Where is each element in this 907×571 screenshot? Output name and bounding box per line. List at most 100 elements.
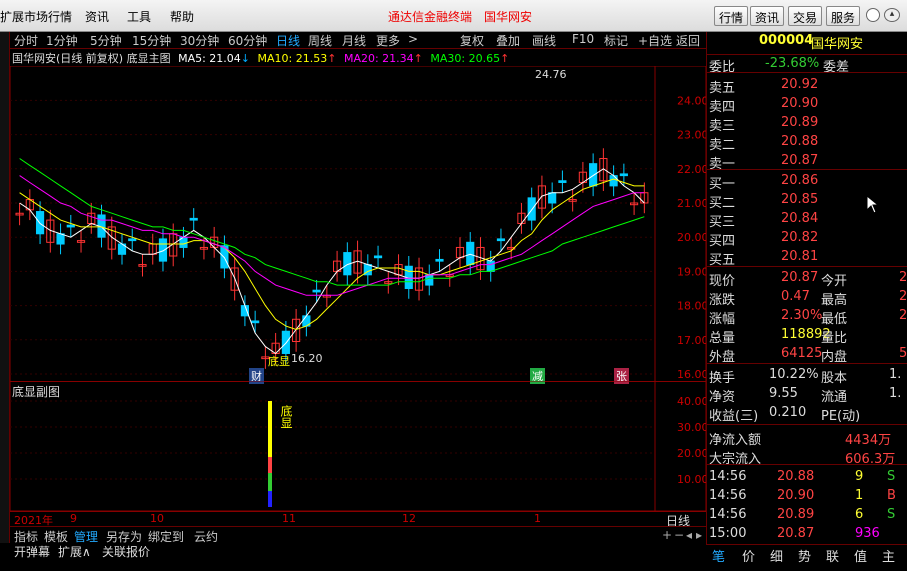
tick-row[interactable]: 14:56 20.88 9 S: [707, 468, 907, 487]
tab-main[interactable]: 主: [882, 546, 895, 565]
stat-row[interactable]: 净资 9.55 流通 1.: [707, 385, 907, 405]
tick-row[interactable]: 14:56 20.89 6 S: [707, 506, 907, 525]
stat-row[interactable]: 收益(三) 0.210 PE(动): [707, 404, 907, 424]
stat-label: 换手: [709, 371, 736, 386]
tab-related[interactable]: 联: [826, 546, 839, 565]
tab-period[interactable]: 月线: [342, 32, 366, 49]
menu-tools[interactable]: 工具: [127, 8, 151, 25]
candle-body: [158, 238, 168, 262]
tab-period[interactable]: 5分钟: [90, 32, 122, 49]
collapse-icon[interactable]: ▴: [884, 8, 900, 22]
y-tick-label: 24.00: [677, 94, 706, 107]
tab-period-active[interactable]: 日线: [276, 32, 300, 49]
ask-price: 20.87: [781, 153, 819, 168]
toggle-danmu[interactable]: 开弹幕: [14, 543, 50, 560]
chevron-right-icon[interactable]: >: [408, 32, 418, 46]
stat-label: PE(动): [821, 409, 861, 424]
tab-trades[interactable]: 笔: [712, 546, 725, 565]
candle-body: [251, 320, 260, 324]
stat-row[interactable]: 涨幅 2.30% 最低 2: [707, 307, 907, 327]
stat-value: 9.55: [769, 386, 798, 401]
stat-row[interactable]: 外盘 64125 内盘 5: [707, 345, 907, 365]
menu-extended-market[interactable]: 扩展市场行情: [0, 8, 72, 25]
menu-news[interactable]: 资讯: [85, 8, 109, 25]
stat-row[interactable]: 总量 118892 量比: [707, 326, 907, 346]
tab-period[interactable]: 更多: [376, 32, 400, 49]
tab-period[interactable]: 30分钟: [180, 32, 219, 49]
tab-value[interactable]: 值: [854, 546, 867, 565]
ask-row[interactable]: 卖四 20.90: [707, 95, 907, 115]
tick-row[interactable]: 15:00 20.87 936: [707, 525, 907, 544]
y-tick-label: 20.00: [677, 231, 706, 244]
bid-row[interactable]: 买一 20.86: [707, 172, 907, 192]
tool-button[interactable]: +自选: [638, 32, 672, 49]
right-icon[interactable]: ▸: [696, 528, 702, 542]
main-chart[interactable]: 24.00 23.00 22.00 21.00 20.00 19.00 18.00 17.00…: [10, 66, 706, 382]
tool-button[interactable]: 标记: [604, 32, 628, 49]
tool-button[interactable]: 画线: [532, 32, 556, 49]
tool-button[interactable]: 返回: [676, 32, 700, 49]
tab-period[interactable]: 60分钟: [228, 32, 267, 49]
tick-row[interactable]: 14:56 20.90 1 B: [707, 487, 907, 506]
tab-period[interactable]: 1分钟: [46, 32, 78, 49]
stat-value: 0.47: [781, 289, 810, 304]
ma30-label: MA30: 20.65: [430, 52, 501, 65]
main-chart-legend: 国华网安(日线 前复权) 底显主图 MA5: 21.04↓ MA10: 21.5…: [12, 52, 510, 65]
flow-row[interactable]: 净流入额 4434万: [707, 428, 907, 448]
tool-button[interactable]: 叠加: [496, 32, 520, 49]
ask-price: 20.88: [781, 134, 819, 149]
ask-price: 20.90: [781, 96, 819, 111]
bid-row[interactable]: 买四 20.82: [707, 229, 907, 249]
tab-period[interactable]: 周线: [308, 32, 332, 49]
candle-body: [558, 180, 567, 183]
tool-button[interactable]: F10: [572, 32, 594, 46]
ask-price: 20.92: [781, 77, 819, 92]
tab-trend[interactable]: 势: [798, 546, 811, 565]
flow-label: 净流入额: [709, 433, 762, 448]
btn-news[interactable]: 资讯: [750, 6, 785, 26]
stat-label: 涨跌: [709, 293, 736, 308]
btn-service[interactable]: 服务: [826, 6, 861, 26]
y-tick-label: 21.00: [677, 197, 706, 210]
minus-icon[interactable]: −: [674, 528, 684, 542]
tab-period[interactable]: 15分钟: [132, 32, 171, 49]
btn-trade[interactable]: 交易: [788, 6, 823, 26]
ask-row[interactable]: 卖三 20.89: [707, 114, 907, 134]
quote-tabs: 笔 价 细 势 联 值 主: [706, 544, 907, 571]
btn-quotes[interactable]: 行情: [714, 6, 749, 26]
mouse-cursor-icon: [866, 195, 880, 214]
tick-price: 20.87: [777, 526, 815, 541]
ask-level-label: 卖五: [709, 81, 736, 96]
plus-icon[interactable]: +: [662, 528, 672, 542]
tab-price[interactable]: 价: [742, 546, 755, 565]
toggle-linked-quotes[interactable]: 关联报价: [102, 543, 150, 560]
quote-panel: 000004 国华网安 委比 -23.68% 委差 卖五 20.92 卖四 20.90 卖三 2…: [706, 32, 907, 571]
tick-direction: S: [887, 507, 896, 522]
sub-chart[interactable]: 40.00 30.00 20.00 10.00: [10, 381, 706, 511]
ma10-label: MA10: 21.53: [257, 52, 328, 65]
tool-button[interactable]: 复权: [460, 32, 484, 49]
ask-row[interactable]: 卖五 20.92: [707, 76, 907, 96]
stock-title: 国华网安: [484, 10, 533, 24]
candle-body: [312, 289, 321, 293]
menu-help[interactable]: 帮助: [170, 8, 194, 25]
stat-label: 量比: [821, 331, 848, 346]
y-tick-label: 23.00: [677, 129, 706, 142]
stat-row[interactable]: 换手 10.22% 股本 1.: [707, 366, 907, 386]
tick-volume: 9: [855, 469, 864, 484]
y-tick-label: 19.00: [677, 265, 706, 278]
bid-row[interactable]: 买五 20.81: [707, 248, 907, 268]
stat-value: 20.87: [781, 270, 819, 285]
tab-period[interactable]: 分时: [14, 32, 38, 49]
ask-row[interactable]: 卖二 20.88: [707, 133, 907, 153]
stat-row[interactable]: 涨跌 0.47 最高 2: [707, 288, 907, 308]
tick-volume: 936: [855, 526, 880, 541]
stat-row[interactable]: 现价 20.87 今开 2: [707, 269, 907, 289]
left-icon[interactable]: ◂: [686, 528, 692, 542]
ask-level-label: 卖四: [709, 100, 736, 115]
y-tick-label: 16.00: [677, 368, 706, 381]
x-axis: 2021年 9 10 11 12 1 日线: [10, 511, 706, 528]
window-icon[interactable]: [866, 8, 880, 22]
tab-detail[interactable]: 细: [770, 546, 783, 565]
toggle-extend[interactable]: 扩展∧: [58, 543, 91, 560]
